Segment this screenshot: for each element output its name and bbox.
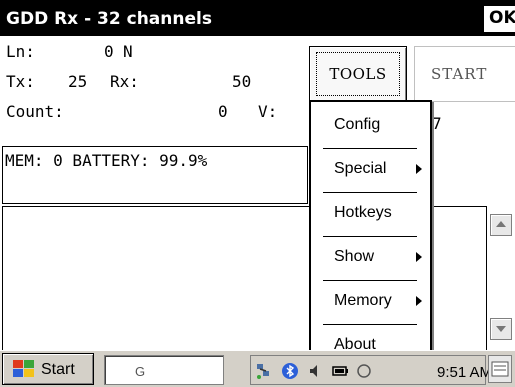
- mem-battery-box: MEM: 0 BATTERY: 99.9%: [2, 146, 308, 204]
- menu-item-label: Memory: [334, 292, 392, 309]
- submenu-arrow-icon: [416, 164, 422, 174]
- ln-flag: N: [123, 42, 133, 61]
- tools-menu: Config Special Hotkeys Show Memory About: [309, 100, 432, 370]
- tools-button[interactable]: TOOLS: [309, 46, 407, 102]
- scroll-up-arrow-icon[interactable]: [490, 214, 512, 236]
- submenu-arrow-icon: [416, 296, 422, 306]
- taskbar-start-button[interactable]: Start: [2, 353, 94, 385]
- scroll-down-arrow-icon[interactable]: [490, 318, 512, 340]
- menu-item-label: Config: [334, 116, 381, 133]
- battery-icon[interactable]: [331, 362, 349, 380]
- taskbar-clock[interactable]: 9:51 AM: [437, 364, 492, 381]
- status-panel: Ln: 0 N Tx: 25 Rx: 50 Count: 0 V:: [4, 40, 308, 144]
- window-title: GDD Rx - 32 channels: [6, 9, 212, 29]
- vertical-scrollbar[interactable]: [486, 206, 512, 351]
- ok-button[interactable]: OK: [484, 6, 515, 32]
- submenu-arrow-icon: [416, 252, 422, 262]
- taskbar-input-field[interactable]: G: [104, 355, 224, 385]
- menu-item-special[interactable]: Special: [311, 148, 430, 192]
- menu-item-config[interactable]: Config: [311, 104, 430, 148]
- v-value-partial: 7: [432, 114, 442, 133]
- tools-button-label: TOOLS: [329, 65, 387, 83]
- rx-value: 50: [232, 72, 252, 91]
- network-icon[interactable]: [255, 362, 273, 380]
- start-button-label: START: [431, 65, 488, 83]
- menu-item-memory[interactable]: Memory: [311, 280, 430, 324]
- count-label: Count:: [6, 102, 64, 121]
- windows-flag-icon: [11, 359, 35, 379]
- taskbar: Start G 9:51 AM: [0, 350, 515, 387]
- count-value: 0: [218, 102, 228, 121]
- menu-item-label: Special: [334, 160, 387, 177]
- taskbar-start-label: Start: [41, 361, 75, 378]
- bluetooth-icon[interactable]: [281, 362, 299, 380]
- title-bar: GDD Rx - 32 channels OK: [0, 0, 515, 36]
- taskbar-input-text: G: [135, 364, 146, 379]
- start-button[interactable]: START: [414, 46, 515, 102]
- mem-battery-text: MEM: 0 BATTERY: 99.9%: [5, 151, 208, 170]
- tx-value: 25: [68, 72, 88, 91]
- volume-icon[interactable]: [307, 362, 325, 380]
- v-label: V:: [258, 102, 278, 121]
- tx-label: Tx:: [6, 72, 35, 91]
- ln-value: 0: [104, 42, 114, 61]
- system-tray: 9:51 AM: [250, 355, 492, 385]
- menu-item-label: Show: [334, 248, 375, 265]
- menu-item-hotkeys[interactable]: Hotkeys: [311, 192, 430, 236]
- output-list[interactable]: [2, 206, 512, 351]
- ln-label: Ln:: [6, 42, 35, 61]
- keyboard-icon[interactable]: [488, 355, 512, 383]
- rx-label: Rx:: [110, 72, 139, 91]
- menu-item-label: Hotkeys: [334, 204, 392, 221]
- menu-item-show[interactable]: Show: [311, 236, 430, 280]
- signal-icon[interactable]: [355, 362, 373, 380]
